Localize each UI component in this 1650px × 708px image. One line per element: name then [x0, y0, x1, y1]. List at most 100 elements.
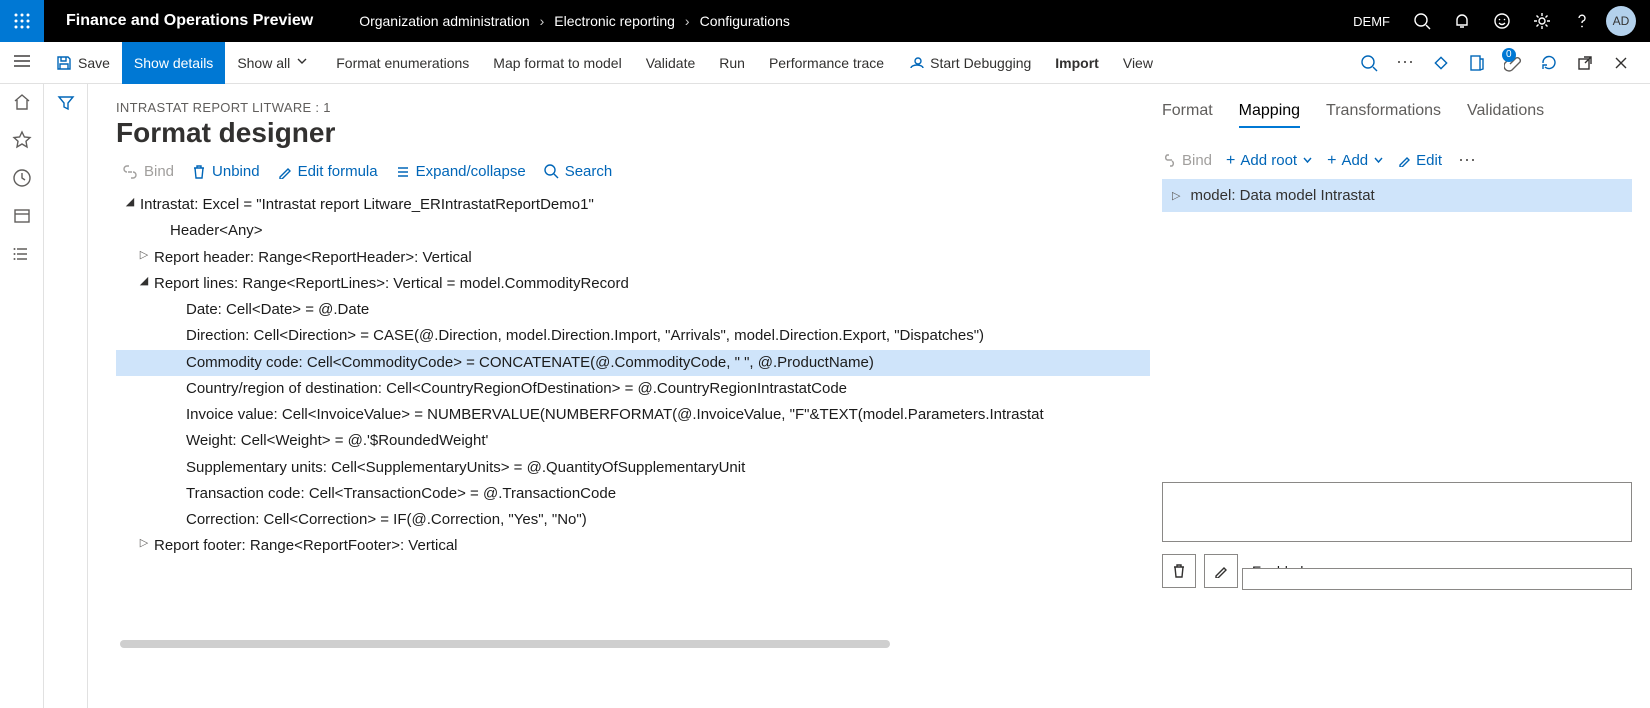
run-button[interactable]: Run — [707, 42, 757, 84]
popout-icon[interactable] — [1568, 42, 1602, 84]
breadcrumb: Organization administration › Electronic… — [335, 13, 790, 29]
avatar[interactable]: AD — [1606, 6, 1636, 36]
office-icon[interactable] — [1460, 42, 1494, 84]
show-details-button[interactable]: Show details — [122, 42, 225, 84]
chevron-right-icon: › — [540, 13, 545, 29]
save-button[interactable]: Save — [44, 42, 122, 84]
bell-icon[interactable] — [1442, 0, 1482, 42]
bind-button[interactable]: Bind — [1162, 152, 1212, 169]
app-launcher[interactable] — [0, 0, 44, 42]
command-bar: Save Show details Show all Format enumer… — [0, 42, 1650, 84]
tree-node[interactable]: ▷ Report header: Range<ReportHeader>: Ve… — [116, 245, 1150, 271]
left-toolbar: Bind Unbind Edit formula Expand/collapse… — [116, 163, 1150, 180]
search-icon[interactable] — [1402, 0, 1442, 42]
tree-node[interactable]: Country/region of destination: Cell<Coun… — [116, 376, 1150, 402]
waffle-icon — [14, 13, 30, 29]
attachments-icon[interactable]: 0 — [1496, 42, 1530, 84]
tree-node[interactable]: Correction: Cell<Correction> = IF(@.Corr… — [116, 507, 1150, 533]
page-context: INTRASTAT REPORT LITWARE : 1 — [116, 100, 1150, 115]
overflow-icon[interactable]: ⋯ — [1388, 42, 1422, 84]
show-all-label: Show all — [237, 55, 290, 71]
map-format-to-model-button[interactable]: Map format to model — [481, 42, 633, 84]
diamond-icon[interactable] — [1424, 42, 1458, 84]
search-command-icon[interactable] — [1352, 42, 1386, 84]
list-icon[interactable] — [12, 244, 32, 264]
start-debugging-button[interactable]: Start Debugging — [896, 42, 1043, 84]
tree-node-selected[interactable]: Commodity code: Cell<CommodityCode> = CO… — [116, 350, 1150, 376]
format-tree: ◢ Intrastat: Excel = "Intrastat report L… — [116, 188, 1150, 560]
pencil-icon — [1398, 154, 1411, 167]
tree-node[interactable]: Invoice value: Cell<InvoiceValue> = NUMB… — [116, 402, 1150, 428]
gear-icon[interactable] — [1522, 0, 1562, 42]
app-header: Finance and Operations Preview Organizat… — [0, 0, 1650, 42]
expand-icon[interactable]: ▷ — [134, 248, 154, 263]
filter-icon[interactable] — [57, 94, 75, 708]
module-icon[interactable] — [12, 206, 32, 226]
tab-mapping[interactable]: Mapping — [1239, 102, 1300, 128]
tree-node[interactable]: Supplementary units: Cell<SupplementaryU… — [116, 455, 1150, 481]
validate-button[interactable]: Validate — [634, 42, 708, 84]
tree-node[interactable]: Date: Cell<Date> = @.Date — [116, 297, 1150, 323]
hamburger-button[interactable] — [0, 54, 44, 71]
right-panel: Format Mapping Transformations Validatio… — [1158, 100, 1650, 708]
tree-node[interactable]: Header<Any> — [116, 218, 1150, 244]
close-icon[interactable] — [1604, 42, 1638, 84]
edit-button[interactable]: Edit — [1398, 152, 1442, 169]
tree-node[interactable]: Transaction code: Cell<TransactionCode> … — [116, 481, 1150, 507]
expand-icon[interactable]: ▷ — [1172, 189, 1180, 202]
link-icon — [122, 165, 138, 179]
refresh-icon[interactable] — [1532, 42, 1566, 84]
enabled-input[interactable] — [1242, 568, 1632, 590]
expand-collapse-button[interactable]: Expand/collapse — [396, 163, 526, 180]
edit-formula-button[interactable]: Edit formula — [278, 163, 378, 180]
performance-trace-button[interactable]: Performance trace — [757, 42, 896, 84]
show-all-button[interactable]: Show all — [225, 42, 324, 84]
tab-transformations[interactable]: Transformations — [1326, 102, 1441, 128]
collapse-icon[interactable]: ◢ — [120, 195, 140, 210]
smiley-icon[interactable] — [1482, 0, 1522, 42]
attachments-count-badge: 0 — [1502, 48, 1516, 62]
chevron-down-icon — [1302, 155, 1313, 166]
collapse-icon[interactable]: ◢ — [134, 274, 154, 289]
command-bar-right: ⋯ 0 — [1352, 42, 1644, 84]
show-details-label: Show details — [134, 55, 213, 71]
mapping-toolbar: Bind + Add root + Add Edit ⋯ — [1162, 150, 1632, 171]
tree-node-root[interactable]: ◢ Intrastat: Excel = "Intrastat report L… — [116, 192, 1150, 218]
breadcrumb-item[interactable]: Electronic reporting — [554, 13, 675, 29]
chevron-down-icon — [296, 55, 312, 71]
workspace: INTRASTAT REPORT LITWARE : 1 Format desi… — [0, 84, 1650, 708]
expand-icon[interactable]: ▷ — [134, 536, 154, 551]
tree-node[interactable]: Direction: Cell<Direction> = CASE(@.Dire… — [116, 323, 1150, 349]
chevron-down-icon — [1373, 155, 1384, 166]
search-button[interactable]: Search — [544, 163, 613, 180]
overflow-icon[interactable]: ⋯ — [1456, 150, 1478, 171]
chevron-right-icon: › — [685, 13, 690, 29]
tree-node[interactable]: ◢ Report lines: Range<ReportLines>: Vert… — [116, 271, 1150, 297]
star-icon[interactable] — [12, 130, 32, 150]
breadcrumb-item[interactable]: Configurations — [700, 13, 790, 29]
help-icon[interactable] — [1562, 0, 1602, 42]
mapping-node[interactable]: ▷ model: Data model Intrastat — [1162, 179, 1632, 212]
delete-button[interactable] — [1162, 554, 1196, 588]
tab-format[interactable]: Format — [1162, 102, 1213, 128]
clock-icon[interactable] — [12, 168, 32, 188]
bind-button[interactable]: Bind — [122, 163, 174, 180]
plus-icon: + — [1327, 152, 1336, 170]
add-button[interactable]: + Add — [1327, 152, 1384, 170]
home-icon[interactable] — [12, 92, 32, 112]
add-root-button[interactable]: + Add root — [1226, 152, 1313, 170]
horizontal-scrollbar[interactable] — [120, 640, 890, 648]
unbind-button[interactable]: Unbind — [192, 163, 260, 180]
company-picker[interactable]: DEMF — [1341, 14, 1402, 29]
import-button[interactable]: Import — [1043, 42, 1111, 84]
format-enumerations-button[interactable]: Format enumerations — [324, 42, 481, 84]
tab-validations[interactable]: Validations — [1467, 102, 1544, 128]
tree-node[interactable]: Weight: Cell<Weight> = @.'$RoundedWeight… — [116, 428, 1150, 454]
breadcrumb-item[interactable]: Organization administration — [359, 13, 529, 29]
pencil-icon — [278, 165, 292, 179]
tree-node[interactable]: ▷ Report footer: Range<ReportFooter>: Ve… — [116, 533, 1150, 559]
expression-box[interactable] — [1162, 482, 1632, 542]
link-icon — [1162, 154, 1177, 167]
edit-enabled-button[interactable] — [1204, 554, 1238, 588]
view-button[interactable]: View — [1111, 42, 1165, 84]
